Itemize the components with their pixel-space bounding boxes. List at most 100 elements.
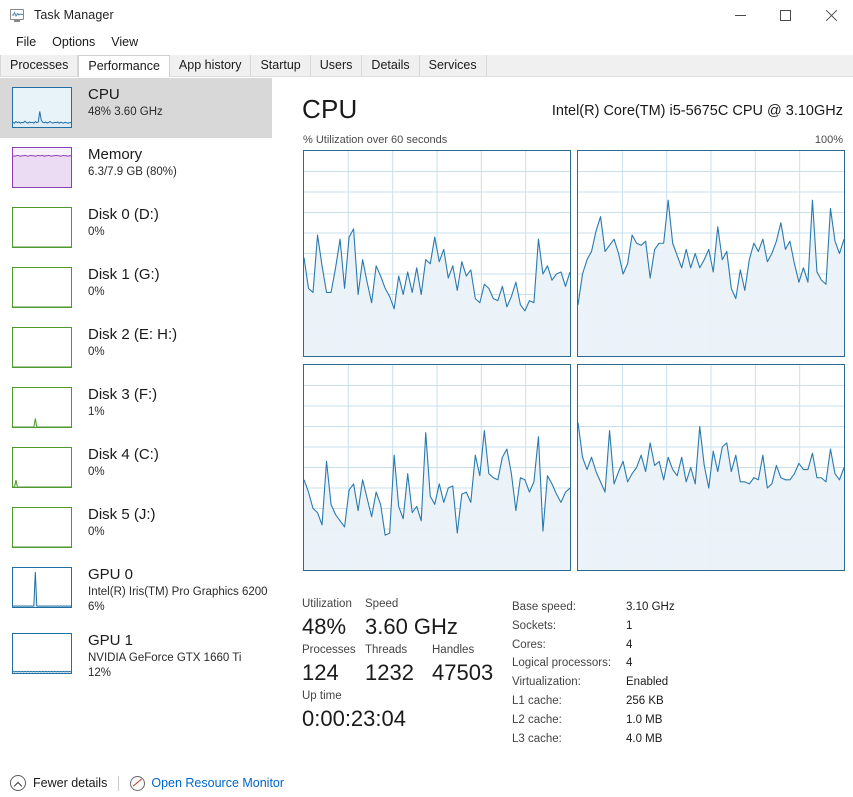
title-bar: Task Manager bbox=[0, 0, 853, 30]
sidebar-item-text: Disk 4 (C:) 0% bbox=[88, 444, 159, 480]
sidebar-item-disk-4[interactable]: Disk 4 (C:) 0% bbox=[0, 438, 272, 498]
tab-performance[interactable]: Performance bbox=[78, 55, 170, 77]
sidebar-item-cpu[interactable]: CPU 48% 3.60 GHz bbox=[0, 78, 272, 138]
open-resource-monitor-label: Open Resource Monitor bbox=[151, 776, 285, 790]
resource-sidebar[interactable]: CPU 48% 3.60 GHz Memory 6.3/7.9 GB (80%) Dis… bbox=[0, 78, 272, 768]
performance-detail-panel: CPU Intel(R) Core(TM) i5-5675C CPU @ 3.1… bbox=[272, 78, 853, 768]
close-icon bbox=[825, 9, 837, 21]
sidebar-item-memory[interactable]: Memory 6.3/7.9 GB (80%) bbox=[0, 138, 272, 198]
sidebar-item-label: Disk 4 (C:) bbox=[88, 446, 159, 463]
sparkline-disk-5 bbox=[12, 507, 72, 548]
processes-value: 124 bbox=[302, 660, 339, 685]
sidebar-item-label: Memory bbox=[88, 146, 143, 163]
detail-label: Logical processors: bbox=[512, 657, 612, 670]
chart-axis-max: 100% bbox=[814, 134, 843, 146]
sidebar-item-gpu-1[interactable]: GPU 1 NVIDIA GeForce GTX 1660 Ti 12% bbox=[0, 624, 272, 690]
open-resource-monitor-link[interactable]: Open Resource Monitor bbox=[130, 775, 285, 791]
detail-row: L3 cache: 4.0 MB bbox=[512, 730, 675, 749]
sidebar-item-label: CPU bbox=[88, 86, 120, 103]
sidebar-item-label: GPU 0 bbox=[88, 566, 134, 583]
chevron-up-icon bbox=[10, 775, 26, 791]
cpu-model-label: Intel(R) Core(TM) i5-5675C CPU @ 3.10GHz bbox=[551, 103, 843, 119]
logical-processor-graphs bbox=[303, 150, 845, 580]
task-manager-window: Task Manager File Options View Processes… bbox=[0, 0, 853, 797]
utilization-label: Utilization bbox=[302, 598, 352, 610]
task-manager-icon bbox=[9, 7, 26, 24]
detail-row: Virtualization: Enabled bbox=[512, 673, 675, 692]
sidebar-item-subtitle: 0% bbox=[88, 526, 105, 538]
menu-bar: File Options View bbox=[0, 30, 853, 54]
sidebar-item-text: CPU 48% 3.60 GHz bbox=[88, 84, 163, 120]
tab-app-history[interactable]: App history bbox=[169, 55, 252, 76]
detail-value: 1.0 MB bbox=[626, 713, 663, 726]
sparkline-disk-2 bbox=[12, 327, 72, 368]
detail-value: 4 bbox=[626, 657, 633, 670]
menu-file[interactable]: File bbox=[8, 32, 44, 52]
window-title: Task Manager bbox=[34, 8, 114, 22]
cpu-graph-2 bbox=[303, 364, 571, 571]
detail-row: Sockets: 1 bbox=[512, 617, 675, 636]
window-controls bbox=[718, 0, 853, 30]
tab-processes[interactable]: Processes bbox=[0, 55, 79, 76]
sparkline-disk-4 bbox=[12, 447, 72, 488]
tab-details[interactable]: Details bbox=[362, 55, 420, 76]
minimize-icon bbox=[735, 14, 746, 16]
sidebar-item-disk-1[interactable]: Disk 1 (G:) 0% bbox=[0, 258, 272, 318]
handles-value: 47503 bbox=[432, 660, 494, 685]
sidebar-item-text: GPU 1 NVIDIA GeForce GTX 1660 Ti 12% bbox=[88, 630, 241, 681]
uptime-value: 0:00:23:04 bbox=[302, 706, 406, 731]
page-title: CPU bbox=[302, 94, 358, 124]
tab-services[interactable]: Services bbox=[419, 55, 487, 76]
detail-row: L2 cache: 1.0 MB bbox=[512, 711, 675, 730]
cpu-graph-1 bbox=[577, 150, 845, 357]
detail-label: Virtualization: bbox=[512, 676, 581, 689]
detail-label: Base speed: bbox=[512, 601, 576, 613]
sparkline-memory bbox=[12, 147, 72, 188]
sidebar-item-disk-3[interactable]: Disk 3 (F:) 1% bbox=[0, 378, 272, 438]
minimize-button[interactable] bbox=[718, 0, 763, 30]
threads-label: Threads bbox=[365, 644, 408, 656]
sidebar-item-subtitle: 0% bbox=[88, 466, 105, 478]
detail-label: L2 cache: bbox=[512, 713, 562, 726]
close-button[interactable] bbox=[808, 0, 853, 30]
tab-startup[interactable]: Startup bbox=[251, 55, 311, 76]
sidebar-item-disk-2[interactable]: Disk 2 (E: H:) 0% bbox=[0, 318, 272, 378]
fewer-details-button[interactable]: Fewer details bbox=[10, 775, 107, 791]
sidebar-item-label: GPU 1 bbox=[88, 632, 134, 649]
sidebar-item-text: Disk 0 (D:) 0% bbox=[88, 204, 159, 240]
menu-view[interactable]: View bbox=[103, 32, 146, 52]
sidebar-item-value: 6% bbox=[88, 601, 105, 613]
status-bar: Fewer details Open Resource Monitor bbox=[0, 768, 853, 797]
sidebar-item-subtitle: 0% bbox=[88, 346, 105, 358]
sparkline-disk-3 bbox=[12, 387, 72, 428]
sidebar-item-disk-5[interactable]: Disk 5 (J:) 0% bbox=[0, 498, 272, 558]
sidebar-item-text: Disk 1 (G:) 0% bbox=[88, 264, 160, 300]
sidebar-item-disk-0[interactable]: Disk 0 (D:) 0% bbox=[0, 198, 272, 258]
stats-details: Base speed: 3.10 GHz Sockets: 1 Cores: 4 Logic… bbox=[512, 598, 675, 748]
tab-users[interactable]: Users bbox=[310, 55, 363, 76]
detail-row: L1 cache: 256 KB bbox=[512, 692, 675, 711]
menu-options[interactable]: Options bbox=[44, 32, 103, 52]
maximize-button[interactable] bbox=[763, 0, 808, 30]
detail-row: Base speed: 3.10 GHz bbox=[512, 598, 675, 617]
sidebar-item-subtitle: 1% bbox=[88, 406, 105, 418]
sidebar-item-gpu-0[interactable]: GPU 0 Intel(R) Iris(TM) Pro Graphics 6200… bbox=[0, 558, 272, 624]
fewer-details-label: Fewer details bbox=[33, 776, 108, 790]
resource-monitor-icon bbox=[130, 775, 146, 791]
footer-divider bbox=[118, 775, 120, 791]
processes-label: Processes bbox=[302, 644, 356, 656]
detail-row: Cores: 4 bbox=[512, 636, 675, 655]
stats-primary: Utilization 48% Speed 3.60 GHz Processes… bbox=[302, 596, 512, 734]
detail-label: L3 cache: bbox=[512, 732, 562, 745]
detail-value: 3.10 GHz bbox=[626, 601, 675, 613]
sidebar-item-text: Disk 3 (F:) 1% bbox=[88, 384, 157, 420]
detail-value: 4.0 MB bbox=[626, 732, 663, 745]
chart-axis-label: % Utilization over 60 seconds bbox=[303, 134, 448, 146]
sidebar-item-text: Disk 5 (J:) 0% bbox=[88, 504, 156, 540]
detail-value: 1 bbox=[626, 619, 633, 632]
detail-label: L1 cache: bbox=[512, 694, 562, 707]
detail-label: Cores: bbox=[512, 638, 546, 651]
detail-value: Enabled bbox=[626, 676, 669, 689]
sparkline-gpu-1 bbox=[12, 633, 72, 674]
tab-strip: Processes Performance App history Startu… bbox=[0, 55, 853, 77]
